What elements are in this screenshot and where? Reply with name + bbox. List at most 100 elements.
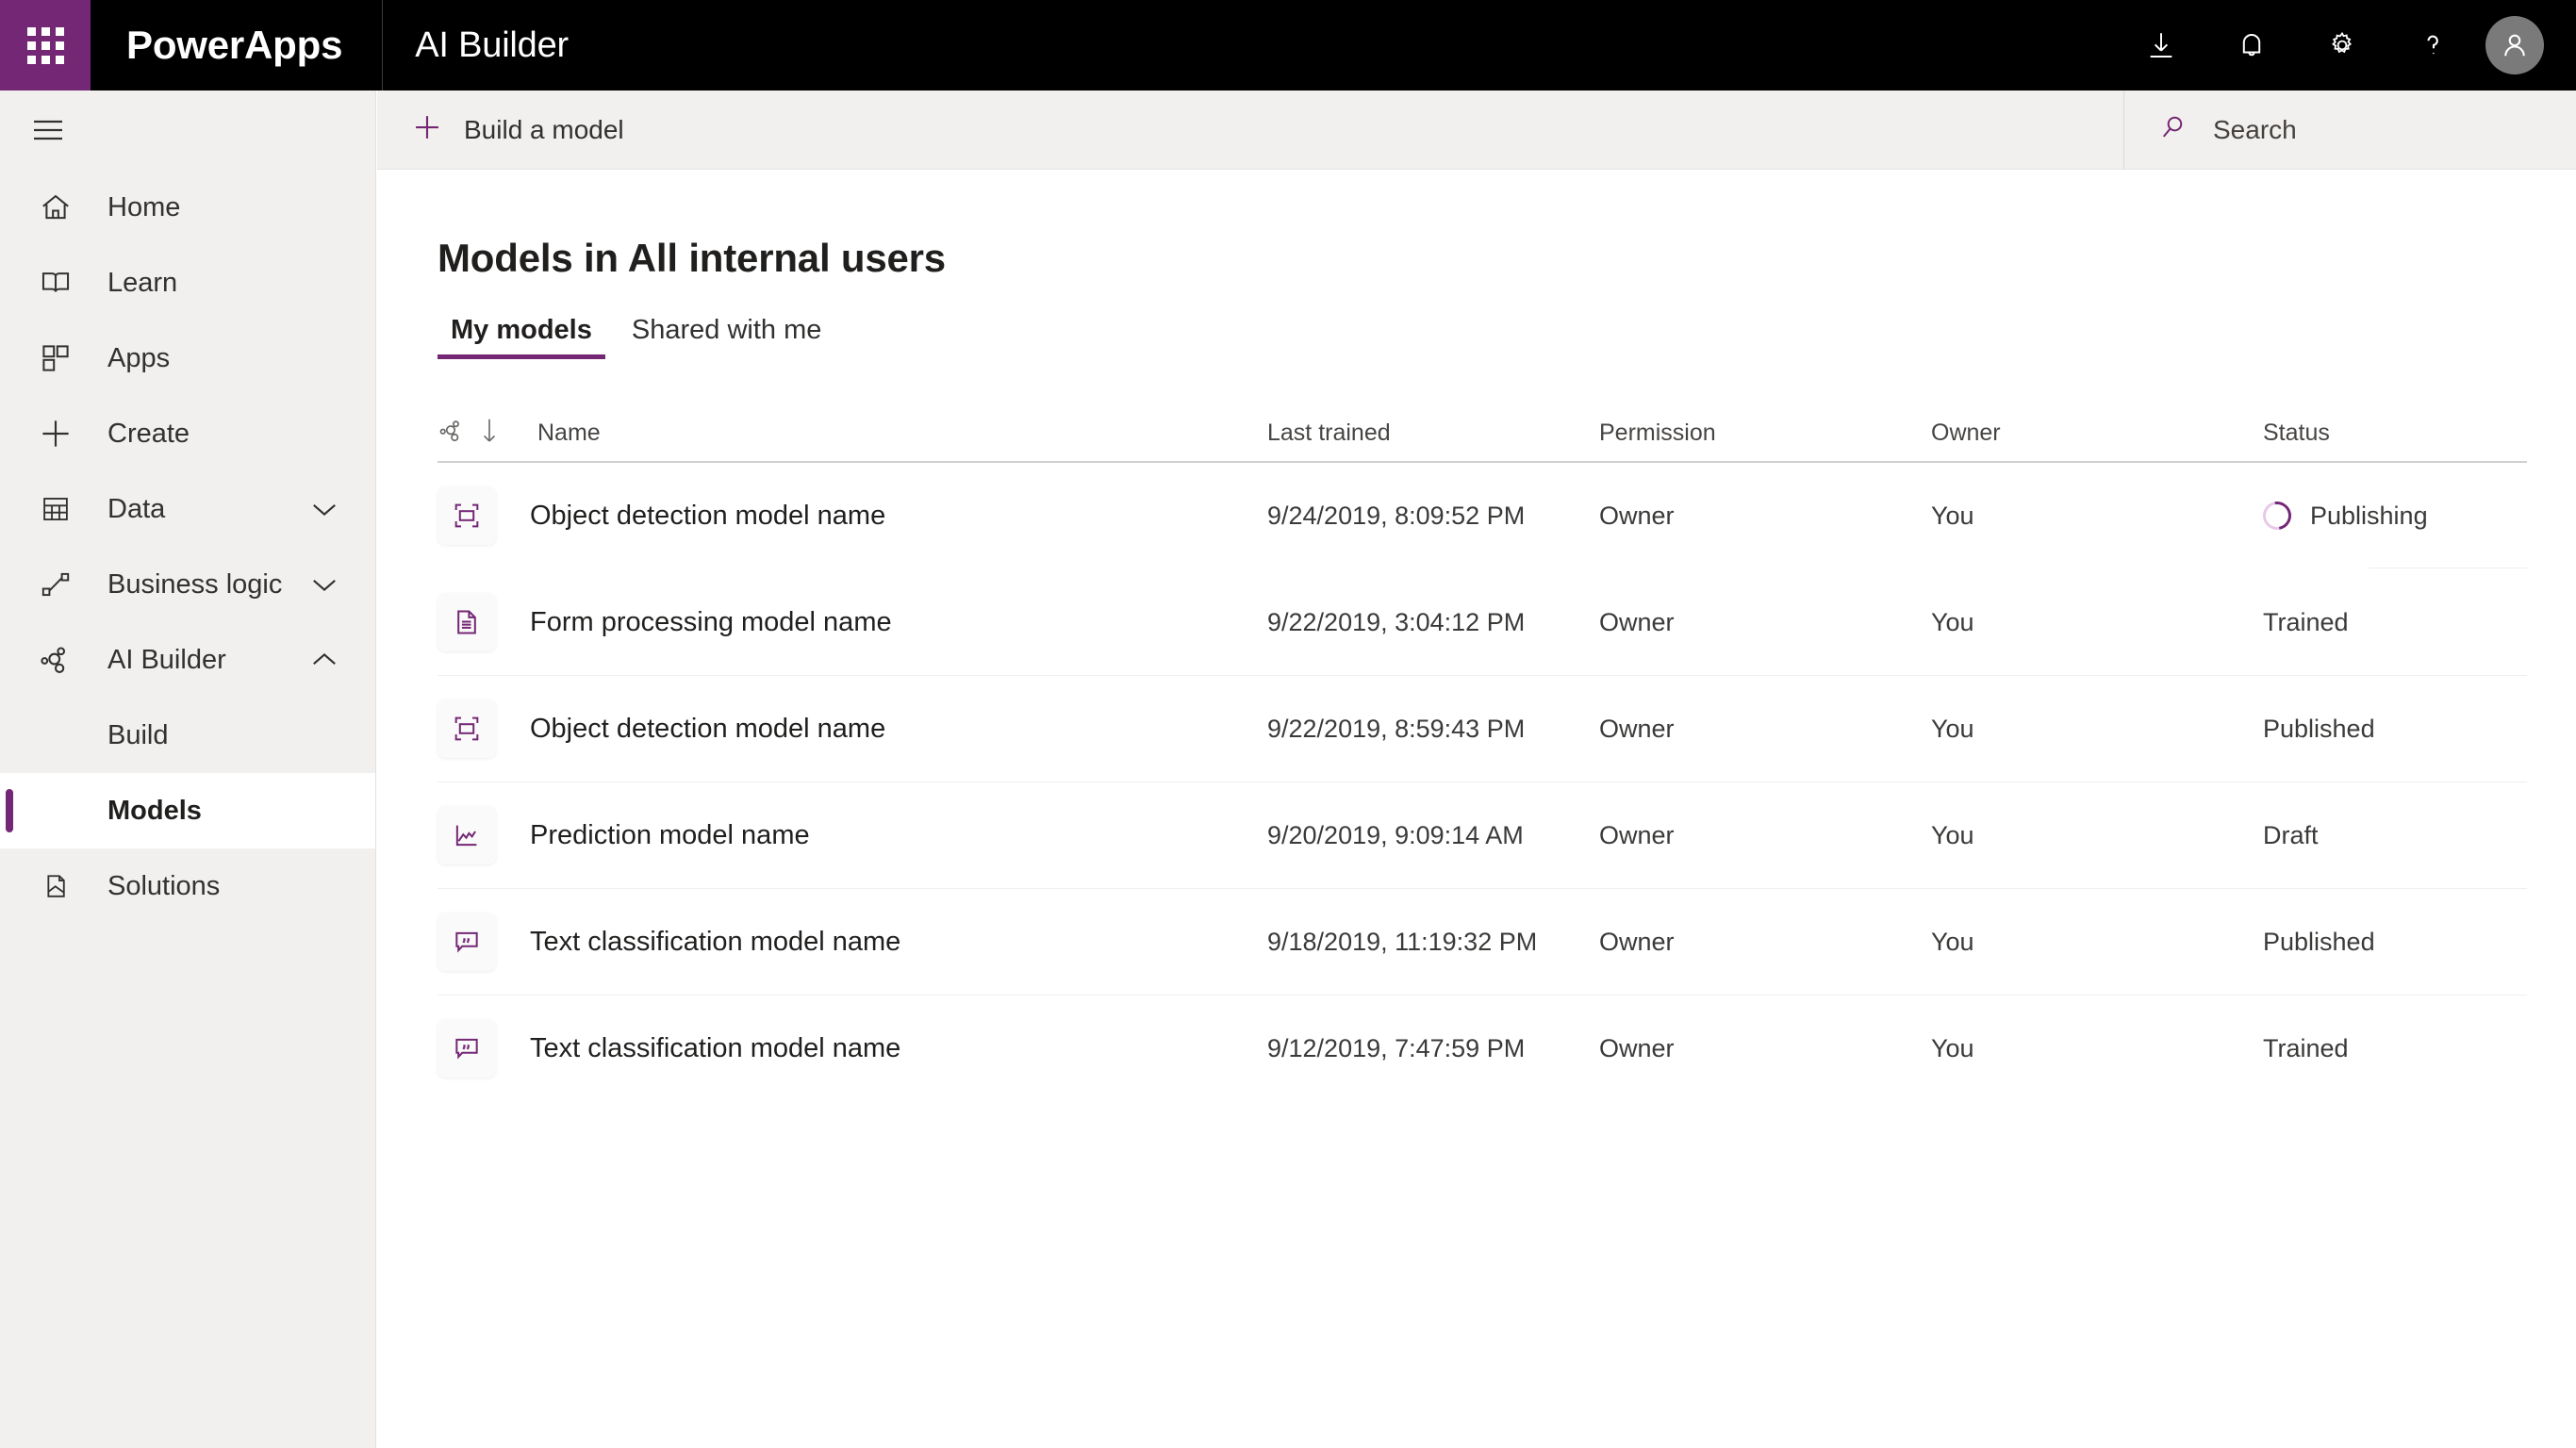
- sidebar-item-label: Create: [107, 418, 190, 449]
- spinner-icon: [2257, 496, 2297, 535]
- sidebar-subitem-build[interactable]: Build: [0, 698, 375, 773]
- cell-owner: You: [1931, 714, 1974, 743]
- sidebar-subitem-label: Models: [107, 795, 202, 826]
- plus-icon: [411, 111, 443, 148]
- cell-permission: Owner: [1599, 501, 1675, 530]
- search-placeholder: Search: [2213, 114, 2297, 144]
- help-question-icon: [2427, 35, 2438, 55]
- sidebar-item-create[interactable]: Create: [0, 396, 375, 471]
- apps-grid-icon: [30, 341, 81, 375]
- sidebar-subitem-label: Build: [107, 719, 169, 750]
- sidebar-item-ai-builder[interactable]: AI Builder: [0, 622, 375, 698]
- hamburger-menu-icon: [34, 120, 62, 140]
- cell-status: Published: [2263, 927, 2375, 956]
- chevron-down-icon[interactable]: [311, 576, 338, 593]
- cell-permission: Owner: [1599, 820, 1675, 849]
- brand-title[interactable]: PowerApps: [91, 23, 342, 68]
- nav-collapse-button[interactable]: [0, 90, 375, 170]
- cell-status: Trained: [2263, 607, 2349, 636]
- object-detection-icon: [438, 486, 496, 545]
- solutions-icon: [30, 870, 81, 902]
- model-name: Text classification model name: [530, 1032, 901, 1063]
- sidebar-item-learn[interactable]: Learn: [0, 245, 375, 321]
- sidebar-item-label: Solutions: [107, 870, 221, 901]
- avatar[interactable]: [2485, 16, 2544, 74]
- sidebar-item-label: Home: [107, 191, 181, 222]
- cell-status: Draft: [2263, 820, 2319, 849]
- sort-controls[interactable]: [438, 417, 537, 450]
- arrow-down-icon: [479, 417, 500, 450]
- cell-last-trained: 9/18/2019, 11:19:32 PM: [1267, 927, 1538, 956]
- column-header-permission[interactable]: Permission: [1599, 420, 1931, 447]
- notifications-bell-icon: [2242, 34, 2261, 57]
- table-row[interactable]: Prediction model name 9/20/2019, 9:09:14…: [438, 782, 2527, 889]
- text-classification-icon: [438, 1019, 496, 1078]
- cell-status: Published: [2263, 714, 2375, 743]
- cell-last-trained: 9/24/2019, 8:09:52 PM: [1267, 501, 1526, 530]
- models-table: Name Last trained Permission Owner Statu…: [377, 404, 2576, 1102]
- search-input[interactable]: Search: [2123, 90, 2576, 169]
- cell-last-trained: 9/20/2019, 9:09:14 AM: [1267, 820, 1524, 849]
- plus-icon: [30, 416, 81, 452]
- waffle-menu-button[interactable]: [0, 0, 91, 90]
- sidebar-item-label: Learn: [107, 267, 178, 298]
- table-row[interactable]: Text classification model name 9/18/2019…: [438, 889, 2527, 996]
- object-detection-icon: [438, 699, 496, 758]
- tab-shared-with-me[interactable]: Shared with me: [619, 315, 835, 359]
- status-badge: Publishing: [2257, 496, 2527, 535]
- book-icon: [30, 266, 81, 300]
- cell-owner: You: [1931, 927, 1974, 956]
- notifications-button[interactable]: [2206, 0, 2297, 90]
- tab-my-models[interactable]: My models: [438, 315, 605, 359]
- column-header-name[interactable]: Name: [438, 417, 1267, 450]
- table-header-row: Name Last trained Permission Owner Statu…: [438, 404, 2527, 463]
- download-button[interactable]: [2116, 0, 2206, 90]
- sidebar-item-label: Business logic: [107, 568, 283, 600]
- sidebar-item-apps[interactable]: Apps: [0, 321, 375, 396]
- column-header-last-trained[interactable]: Last trained: [1267, 420, 1599, 447]
- prediction-icon: [438, 806, 496, 864]
- chevron-down-icon[interactable]: [311, 501, 338, 518]
- cell-permission: Owner: [1599, 927, 1675, 956]
- column-header-owner[interactable]: Owner: [1931, 420, 2263, 447]
- command-bar: Build a model Search: [377, 90, 2576, 170]
- sidebar-subitem-models[interactable]: Models: [0, 773, 375, 848]
- model-name: Prediction model name: [530, 819, 810, 850]
- cell-last-trained: 9/22/2019, 3:04:12 PM: [1267, 607, 1526, 636]
- cell-permission: Owner: [1599, 607, 1675, 636]
- help-button[interactable]: [2387, 0, 2478, 90]
- table-icon: [30, 493, 81, 525]
- column-header-status[interactable]: Status: [2263, 420, 2527, 447]
- cell-last-trained: 9/12/2019, 7:47:59 PM: [1267, 1033, 1526, 1062]
- table-row[interactable]: Form processing model name 9/22/2019, 3:…: [438, 569, 2527, 676]
- table-row[interactable]: Object detection model name 9/22/2019, 8…: [438, 676, 2527, 782]
- table-row[interactable]: Text classification model name 9/12/2019…: [438, 996, 2527, 1102]
- top-app-bar: PowerApps AI Builder: [0, 0, 2576, 90]
- tab-list: My models Shared with me: [377, 315, 2576, 359]
- sidebar-item-label: Data: [107, 493, 166, 524]
- page-title: Models in All internal users: [438, 236, 946, 280]
- cell-status: Trained: [2263, 1033, 2349, 1062]
- download-icon: [2150, 33, 2172, 58]
- ai-builder-icon: [438, 417, 466, 450]
- build-a-model-label: Build a model: [464, 114, 624, 144]
- sidebar-item-solutions[interactable]: Solutions: [0, 848, 375, 924]
- search-icon: [2158, 112, 2188, 147]
- sidebar-item-label: Apps: [107, 342, 171, 373]
- sidebar-item-data[interactable]: Data: [0, 471, 375, 547]
- sidebar-item-home[interactable]: Home: [0, 170, 375, 245]
- form-processing-icon: [438, 593, 496, 651]
- left-navigation: Home Learn Apps Create Data Business log…: [0, 90, 376, 1448]
- ai-builder-icon: [30, 642, 81, 678]
- app-title: AI Builder: [415, 25, 569, 65]
- user-avatar-icon: [2504, 34, 2525, 57]
- sidebar-item-label: AI Builder: [107, 644, 226, 675]
- flow-icon: [30, 568, 81, 601]
- build-a-model-button[interactable]: Build a model: [377, 90, 651, 169]
- table-row[interactable]: Object detection model name 9/24/2019, 8…: [438, 463, 2527, 569]
- settings-button[interactable]: [2297, 0, 2387, 90]
- cell-last-trained: 9/22/2019, 8:59:43 PM: [1267, 714, 1526, 743]
- sidebar-item-business-logic[interactable]: Business logic: [0, 547, 375, 622]
- chevron-up-icon[interactable]: [311, 651, 338, 668]
- text-classification-icon: [438, 913, 496, 971]
